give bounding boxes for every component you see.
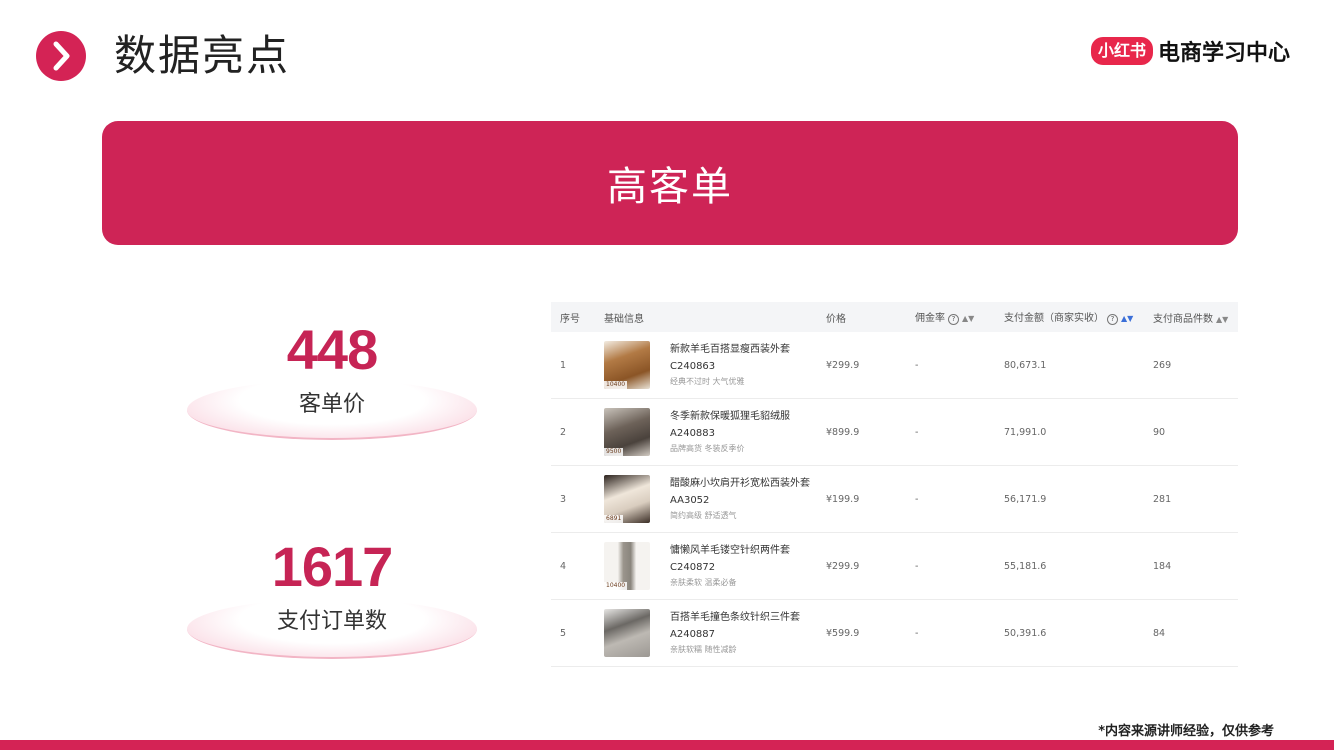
table-header: 序号 基础信息 价格 佣金率? ▲▼ 支付金额（商家实收）? ▲▼ 支付商品件数 ▲▼ xyxy=(551,302,1238,332)
sort-icon[interactable]: ▲▼ xyxy=(1216,315,1228,324)
col-paid-quantity[interactable]: 支付商品件数 ▲▼ xyxy=(1153,310,1238,325)
product-desc: 亲肤柔软 温柔必备 xyxy=(670,578,737,587)
help-icon[interactable]: ? xyxy=(1107,314,1118,325)
row-paid-quantity: 281 xyxy=(1153,493,1172,505)
table-row[interactable]: 3 6891 醋酸麻小坎肩开衫宽松西装外套AA3052 简约高级 舒适透气 ¥1… xyxy=(551,466,1238,533)
col-basic-info: 基础信息 xyxy=(604,310,826,325)
col-price: 价格 xyxy=(826,313,846,325)
col-commission-rate-label: 佣金率 xyxy=(915,313,945,324)
row-paid-quantity: 269 xyxy=(1153,359,1172,371)
help-icon[interactable]: ? xyxy=(948,314,959,325)
thumbnail-tag: 9500 xyxy=(604,448,624,456)
xiaohongshu-logo: 小红书 xyxy=(1090,37,1153,65)
table-row[interactable]: 1 10400 新款羊毛百搭显瘦西装外套C240863 经典不过时 大气优雅 ¥… xyxy=(551,332,1238,399)
product-desc: 品牌高货 冬装反季价 xyxy=(670,444,745,453)
row-index: 2 xyxy=(560,426,567,438)
row-basic-info: 10400 慵懒风羊毛镂空针织两件套C240872 亲肤柔软 温柔必备 xyxy=(604,542,826,590)
row-commission-rate: - xyxy=(915,493,919,505)
product-table: 序号 基础信息 价格 佣金率? ▲▼ 支付金额（商家实收）? ▲▼ 支付商品件数 ▲▼… xyxy=(551,302,1238,667)
sort-icon[interactable]: ▲▼ xyxy=(1121,314,1133,323)
col-paid-quantity-label: 支付商品件数 xyxy=(1153,313,1213,325)
stat-paid-orders: 1617 支付订单数 xyxy=(182,535,482,659)
row-basic-info: 9500 冬季新款保暖狐狸毛貂绒服A240883 品牌高货 冬装反季价 xyxy=(604,408,826,456)
row-basic-info: 百搭羊毛撞色条纹针织三件套A240887 亲肤软糯 随性减龄 xyxy=(604,609,826,657)
product-desc: 经典不过时 大气优雅 xyxy=(670,377,745,386)
stat-label: 支付订单数 xyxy=(276,609,387,634)
table-row[interactable]: 2 9500 冬季新款保暖狐狸毛貂绒服A240883 品牌高货 冬装反季价 ¥8… xyxy=(551,399,1238,466)
col-index: 序号 xyxy=(560,313,580,325)
product-name[interactable]: 慵懒风羊毛镂空针织两件套C240872 xyxy=(670,542,810,576)
brand: 小红书 电商学习中心 xyxy=(1090,36,1290,66)
row-commission-rate: - xyxy=(915,627,919,639)
row-price: ¥199.9 xyxy=(826,493,860,505)
product-name[interactable]: 新款羊毛百搭显瘦西装外套C240863 xyxy=(670,341,810,375)
banner-title: 高客单 xyxy=(607,164,733,210)
table-row[interactable]: 5 百搭羊毛撞色条纹针织三件套A240887 亲肤软糯 随性减龄 ¥599.9 … xyxy=(551,600,1238,667)
thumbnail-tag: 6891 xyxy=(604,515,624,523)
row-price: ¥299.9 xyxy=(826,359,860,371)
row-paid-quantity: 184 xyxy=(1153,560,1172,572)
row-commission-rate: - xyxy=(915,359,919,371)
product-name[interactable]: 醋酸麻小坎肩开衫宽松西装外套AA3052 xyxy=(670,475,810,509)
bottom-accent-bar xyxy=(0,740,1334,750)
brand-text: 电商学习中心 xyxy=(1157,41,1290,66)
product-thumbnail[interactable]: 9500 xyxy=(604,408,650,456)
row-payment-amount: 71,991.0 xyxy=(1004,426,1047,438)
row-payment-amount: 50,391.6 xyxy=(1004,627,1047,639)
product-thumbnail[interactable]: 10400 xyxy=(604,542,650,590)
row-index: 5 xyxy=(560,627,567,639)
col-payment-amount[interactable]: 支付金额（商家实收）? ▲▼ xyxy=(1004,309,1153,325)
stat-label: 客单价 xyxy=(298,392,365,417)
row-index: 1 xyxy=(560,359,567,371)
thumbnail-tag: 10400 xyxy=(604,381,628,389)
footnote: *内容来源讲师经验，仅供参考 xyxy=(1098,724,1274,739)
section-banner: 高客单 xyxy=(102,121,1238,245)
product-name[interactable]: 冬季新款保暖狐狸毛貂绒服A240883 xyxy=(670,408,810,442)
row-index: 4 xyxy=(560,560,567,572)
product-name[interactable]: 百搭羊毛撞色条纹针织三件套A240887 xyxy=(670,609,810,643)
stat-value: 1617 xyxy=(271,535,394,598)
row-price: ¥599.9 xyxy=(826,627,860,639)
chevron-badge-icon xyxy=(36,31,86,81)
row-basic-info: 6891 醋酸麻小坎肩开衫宽松西装外套AA3052 简约高级 舒适透气 xyxy=(604,475,826,523)
row-price: ¥899.9 xyxy=(826,426,860,438)
row-paid-quantity: 84 xyxy=(1153,627,1166,639)
row-paid-quantity: 90 xyxy=(1153,426,1166,438)
col-commission-rate[interactable]: 佣金率? ▲▼ xyxy=(915,309,1004,325)
page-title: 数据亮点 xyxy=(114,31,291,80)
sort-icon[interactable]: ▲▼ xyxy=(962,314,974,323)
product-thumbnail[interactable]: 6891 xyxy=(604,475,650,523)
col-payment-amount-label: 支付金额（商家实收） xyxy=(1004,313,1104,324)
row-price: ¥299.9 xyxy=(826,560,860,572)
stat-avg-order-value: 448 客单价 xyxy=(182,318,482,440)
product-thumbnail[interactable] xyxy=(604,609,650,657)
table-row[interactable]: 4 10400 慵懒风羊毛镂空针织两件套C240872 亲肤柔软 温柔必备 ¥2… xyxy=(551,533,1238,600)
row-commission-rate: - xyxy=(915,560,919,572)
row-commission-rate: - xyxy=(915,426,919,438)
product-desc: 亲肤软糯 随性减龄 xyxy=(670,645,737,654)
thumbnail-tag: 10400 xyxy=(604,582,628,590)
row-payment-amount: 55,181.6 xyxy=(1004,560,1047,572)
col-basic-info-label: 基础信息 xyxy=(604,313,644,325)
row-payment-amount: 56,171.9 xyxy=(1004,493,1047,505)
product-desc: 简约高级 舒适透气 xyxy=(670,511,737,520)
product-thumbnail[interactable]: 10400 xyxy=(604,341,650,389)
row-index: 3 xyxy=(560,493,567,505)
row-payment-amount: 80,673.1 xyxy=(1004,359,1047,371)
row-basic-info: 10400 新款羊毛百搭显瘦西装外套C240863 经典不过时 大气优雅 xyxy=(604,341,826,389)
stat-value: 448 xyxy=(286,318,378,381)
